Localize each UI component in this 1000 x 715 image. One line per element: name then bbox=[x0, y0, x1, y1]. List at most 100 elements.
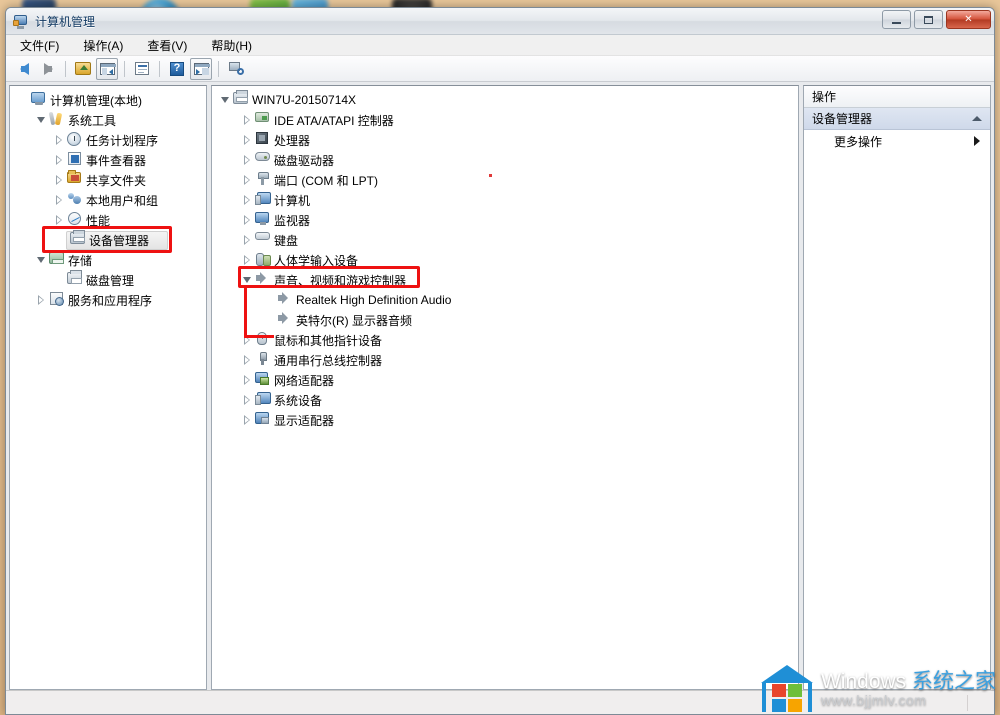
tree-item-16[interactable]: 显示适配器 bbox=[212, 410, 798, 430]
tree-item-14[interactable]: 网络适配器 bbox=[212, 370, 798, 390]
tree-item-7[interactable]: 设备管理器 bbox=[10, 230, 206, 250]
menu-view[interactable]: 查看(V) bbox=[144, 35, 190, 56]
collapse-triangle-icon[interactable] bbox=[240, 277, 254, 283]
expand-triangle-icon[interactable] bbox=[240, 375, 254, 385]
collapse-triangle-icon[interactable] bbox=[34, 257, 48, 263]
tree-item-9[interactable]: 磁盘管理 bbox=[10, 270, 206, 290]
tree-item-content: 处理器 bbox=[254, 132, 310, 149]
tree-item-label: 鼠标和其他指针设备 bbox=[274, 333, 383, 348]
tree-item-content: 系统工具 bbox=[48, 112, 116, 129]
tree-item-13[interactable]: 通用串行总线控制器 bbox=[212, 350, 798, 370]
expand-triangle-icon[interactable] bbox=[240, 215, 254, 225]
collapse-triangle-icon[interactable] bbox=[218, 97, 232, 103]
chevron-up-icon[interactable] bbox=[972, 116, 982, 121]
expand-triangle-icon[interactable] bbox=[240, 135, 254, 145]
menu-help[interactable]: 帮助(H) bbox=[208, 35, 255, 56]
menu-file[interactable]: 文件(F) bbox=[17, 35, 62, 56]
tree-item-label: 处理器 bbox=[274, 133, 311, 148]
right-arrow-icon bbox=[43, 62, 53, 75]
actions-section-label: 设备管理器 bbox=[812, 112, 873, 126]
tree-item-3[interactable]: 磁盘驱动器 bbox=[212, 150, 798, 170]
tree-item-2[interactable]: 处理器 bbox=[212, 130, 798, 150]
tree-item-4[interactable]: 端口 (COM 和 LPT) bbox=[212, 170, 798, 190]
close-button[interactable]: ✕ bbox=[946, 10, 991, 29]
help-button[interactable]: ? bbox=[166, 58, 188, 80]
expand-triangle-icon[interactable] bbox=[240, 115, 254, 125]
tree-item-8[interactable]: 人体学输入设备 bbox=[212, 250, 798, 270]
expand-triangle-icon[interactable] bbox=[240, 395, 254, 405]
forward-button[interactable] bbox=[37, 58, 59, 80]
tree-item-label: 通用串行总线控制器 bbox=[274, 353, 383, 368]
expand-triangle-icon[interactable] bbox=[240, 255, 254, 265]
title-bar: 计算机管理 ✕ bbox=[6, 8, 994, 35]
menu-action[interactable]: 操作(A) bbox=[80, 35, 126, 56]
tree-item-0[interactable]: WIN7U-20150714X bbox=[212, 90, 798, 110]
tree-item-label: 服务和应用程序 bbox=[68, 293, 153, 308]
tree-item-label: 键盘 bbox=[274, 233, 299, 248]
tree-item-12[interactable]: 鼠标和其他指针设备 bbox=[212, 330, 798, 350]
expand-triangle-icon[interactable] bbox=[52, 155, 66, 165]
performance-icon bbox=[66, 212, 82, 228]
tree-item-content: 显示适配器 bbox=[254, 412, 334, 429]
tree-item-label: 计算机管理(本地) bbox=[50, 93, 142, 108]
minimize-button[interactable] bbox=[882, 10, 911, 29]
tree-item-6[interactable]: 监视器 bbox=[212, 210, 798, 230]
expand-triangle-icon[interactable] bbox=[240, 335, 254, 345]
tree-item-label: 系统工具 bbox=[68, 113, 117, 128]
console-tree-pane[interactable]: 计算机管理(本地) 系统工具任务计划程序 事件查看器 共享文件夹本地用户和组 性能设备管… bbox=[9, 85, 207, 690]
expand-triangle-icon[interactable] bbox=[52, 195, 66, 205]
expand-triangle-icon[interactable] bbox=[240, 195, 254, 205]
tree-item-0[interactable]: 计算机管理(本地) bbox=[10, 90, 206, 110]
tree-item-1[interactable]: IDE ATA/ATAPI 控制器 bbox=[212, 110, 798, 130]
tree-item-10[interactable]: 服务和应用程序 bbox=[10, 290, 206, 310]
tree-item-label: 本地用户和组 bbox=[86, 193, 159, 208]
tree-item-label: 声音、视频和游戏控制器 bbox=[274, 273, 407, 288]
tree-item-4[interactable]: 共享文件夹 bbox=[10, 170, 206, 190]
expand-triangle-icon[interactable] bbox=[240, 175, 254, 185]
chevron-right-icon[interactable] bbox=[974, 136, 980, 146]
properties-button[interactable] bbox=[131, 58, 153, 80]
tree-item-11[interactable]: 英特尔(R) 显示器音频 bbox=[212, 310, 798, 330]
expand-triangle-icon[interactable] bbox=[240, 155, 254, 165]
device-tree-pane[interactable]: WIN7U-20150714X IDE ATA/ATAPI 控制器 处理器磁盘驱动器… bbox=[211, 85, 799, 690]
expand-triangle-icon[interactable] bbox=[240, 235, 254, 245]
tree-item-10[interactable]: Realtek High Definition Audio bbox=[212, 290, 798, 310]
folder-up-icon bbox=[75, 62, 91, 75]
expand-triangle-icon[interactable] bbox=[34, 295, 48, 305]
back-button[interactable] bbox=[13, 58, 35, 80]
collapse-triangle-icon[interactable] bbox=[34, 117, 48, 123]
tree-item-5[interactable]: 本地用户和组 bbox=[10, 190, 206, 210]
tree-item-2[interactable]: 任务计划程序 bbox=[10, 130, 206, 150]
expand-triangle-icon[interactable] bbox=[52, 215, 66, 225]
tree-item-label: 监视器 bbox=[274, 213, 311, 228]
expand-triangle-icon[interactable] bbox=[240, 355, 254, 365]
ide-controller-icon bbox=[254, 112, 270, 128]
tree-item-1[interactable]: 系统工具 bbox=[10, 110, 206, 130]
toolbar-separator bbox=[124, 60, 125, 77]
actions-section-device-manager[interactable]: 设备管理器 bbox=[804, 108, 990, 130]
watermark-brand-cn: 系统之家 bbox=[912, 669, 996, 693]
expand-triangle-icon[interactable] bbox=[52, 135, 66, 145]
scan-hardware-button[interactable] bbox=[225, 58, 247, 80]
up-one-level-button[interactable] bbox=[72, 58, 94, 80]
actions-pane-title: 操作 bbox=[804, 86, 990, 108]
computer-icon bbox=[30, 92, 46, 108]
tree-item-7[interactable]: 键盘 bbox=[212, 230, 798, 250]
tree-item-label: 性能 bbox=[86, 213, 111, 228]
show-action-pane-button[interactable] bbox=[190, 57, 212, 80]
computer-management-icon bbox=[13, 13, 29, 29]
tree-item-8[interactable]: 存储 bbox=[10, 250, 206, 270]
task-scheduler-icon bbox=[66, 132, 82, 148]
tree-item-15[interactable]: 系统设备 bbox=[212, 390, 798, 410]
show-hide-tree-button[interactable] bbox=[96, 57, 118, 80]
tree-item-label: IDE ATA/ATAPI 控制器 bbox=[274, 113, 394, 128]
tree-item-9[interactable]: 声音、视频和游戏控制器 bbox=[212, 270, 798, 290]
expand-triangle-icon[interactable] bbox=[240, 415, 254, 425]
expand-triangle-icon[interactable] bbox=[52, 175, 66, 185]
tree-item-6[interactable]: 性能 bbox=[10, 210, 206, 230]
tree-item-label: WIN7U-20150714X bbox=[252, 93, 357, 107]
maximize-button[interactable] bbox=[914, 10, 943, 29]
action-row-more-actions[interactable]: 更多操作 bbox=[804, 130, 990, 152]
tree-item-5[interactable]: 计算机 bbox=[212, 190, 798, 210]
tree-item-3[interactable]: 事件查看器 bbox=[10, 150, 206, 170]
